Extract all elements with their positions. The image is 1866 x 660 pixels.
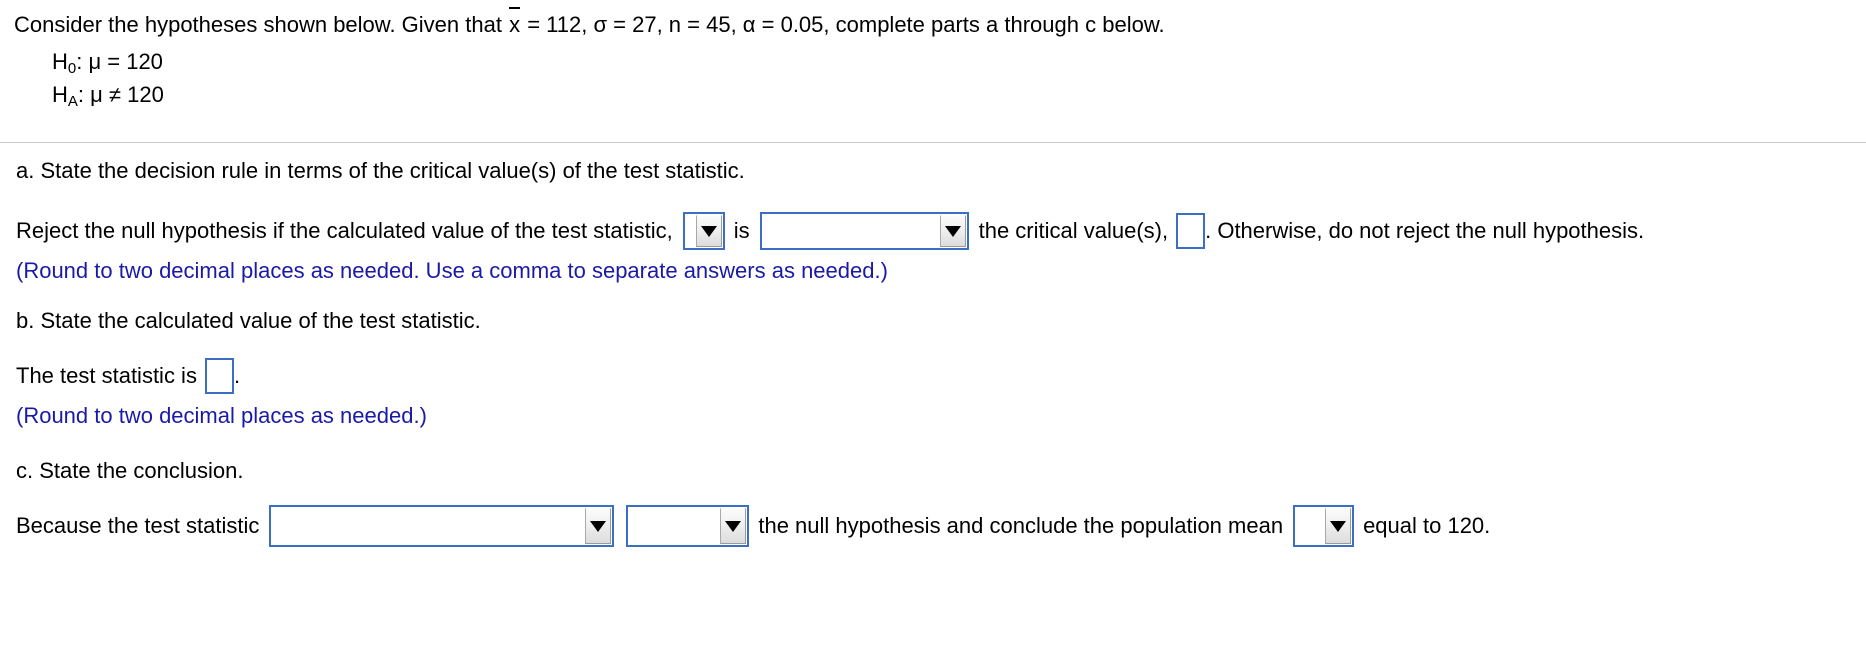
part-c-test-statistic-dropdown[interactable] — [269, 505, 615, 547]
part-c-conclusion-dropdown[interactable] — [1293, 505, 1355, 547]
part-c-sentence-3: equal to 120. — [1363, 513, 1491, 538]
part-a-relation-dropdown-value — [762, 214, 940, 248]
part-c-decision-dropdown-value — [628, 507, 720, 545]
chevron-down-icon[interactable] — [695, 215, 722, 247]
alternative-hypothesis: HA: μ ≠ 120 — [52, 82, 164, 111]
alternative-hypothesis-symbol: H — [52, 82, 68, 107]
part-a-hint: (Round to two decimal places as needed. … — [16, 258, 888, 283]
problem-page: Consider the hypotheses shown below. Giv… — [0, 0, 1866, 660]
part-b-answer-row: The test statistic is . — [16, 358, 240, 394]
part-a-critical-value-input[interactable] — [1176, 213, 1206, 249]
part-b-sentence-2: . — [233, 363, 241, 388]
part-a-sentence-4: . Otherwise, do not reject the null hypo… — [1205, 218, 1645, 243]
part-a-prompt: a. State the decision rule in terms of t… — [16, 158, 745, 183]
part-a-sentence-3: the critical value(s), — [978, 218, 1169, 243]
alternative-hypothesis-statement: : μ ≠ 120 — [77, 82, 164, 107]
null-hypothesis-symbol: H — [52, 49, 68, 74]
intro-text-after: = 112, σ = 27, n = 45, α = 0.05, complet… — [521, 12, 1165, 37]
alternative-hypothesis-subscript: A — [67, 93, 78, 111]
chevron-down-icon[interactable] — [1325, 508, 1352, 544]
part-a-sentence-1: Reject the null hypothesis if the calcul… — [16, 218, 673, 243]
problem-intro: Consider the hypotheses shown below. Giv… — [14, 7, 1165, 38]
null-hypothesis: H0: μ = 120 — [52, 49, 163, 78]
part-c-prompt: c. State the conclusion. — [16, 458, 244, 483]
part-a-comparison-dropdown-value — [685, 214, 696, 248]
part-b-test-statistic-input[interactable] — [204, 358, 234, 394]
null-hypothesis-statement: : μ = 120 — [76, 49, 163, 74]
part-a-comparison-dropdown[interactable] — [682, 212, 725, 250]
part-a-relation-dropdown[interactable] — [759, 212, 969, 250]
part-c-test-statistic-dropdown-value — [271, 507, 585, 545]
chevron-down-icon[interactable] — [720, 508, 747, 544]
part-c-sentence-2: the null hypothesis and conclude the pop… — [758, 513, 1284, 538]
intro-text-before: Consider the hypotheses shown below. Giv… — [14, 12, 509, 37]
chevron-down-icon[interactable] — [939, 215, 966, 247]
part-c-conclusion-dropdown-value — [1295, 507, 1325, 545]
part-b-sentence-1: The test statistic is — [16, 363, 197, 388]
part-c-decision-dropdown[interactable] — [626, 505, 750, 547]
part-a-sentence-2: is — [733, 218, 750, 243]
part-c-sentence-1: Because the test statistic — [16, 513, 260, 538]
part-b-hint: (Round to two decimal places as needed.) — [16, 403, 427, 428]
null-hypothesis-subscript: 0 — [67, 60, 77, 78]
part-c-answer-row: Because the test statistic the null hypo… — [16, 505, 1490, 547]
x-bar-symbol: x — [509, 7, 521, 37]
part-a-answer-row: Reject the null hypothesis if the calcul… — [16, 212, 1644, 250]
chevron-down-icon[interactable] — [585, 508, 612, 544]
part-b-prompt: b. State the calculated value of the tes… — [16, 308, 481, 333]
section-divider — [0, 142, 1866, 143]
